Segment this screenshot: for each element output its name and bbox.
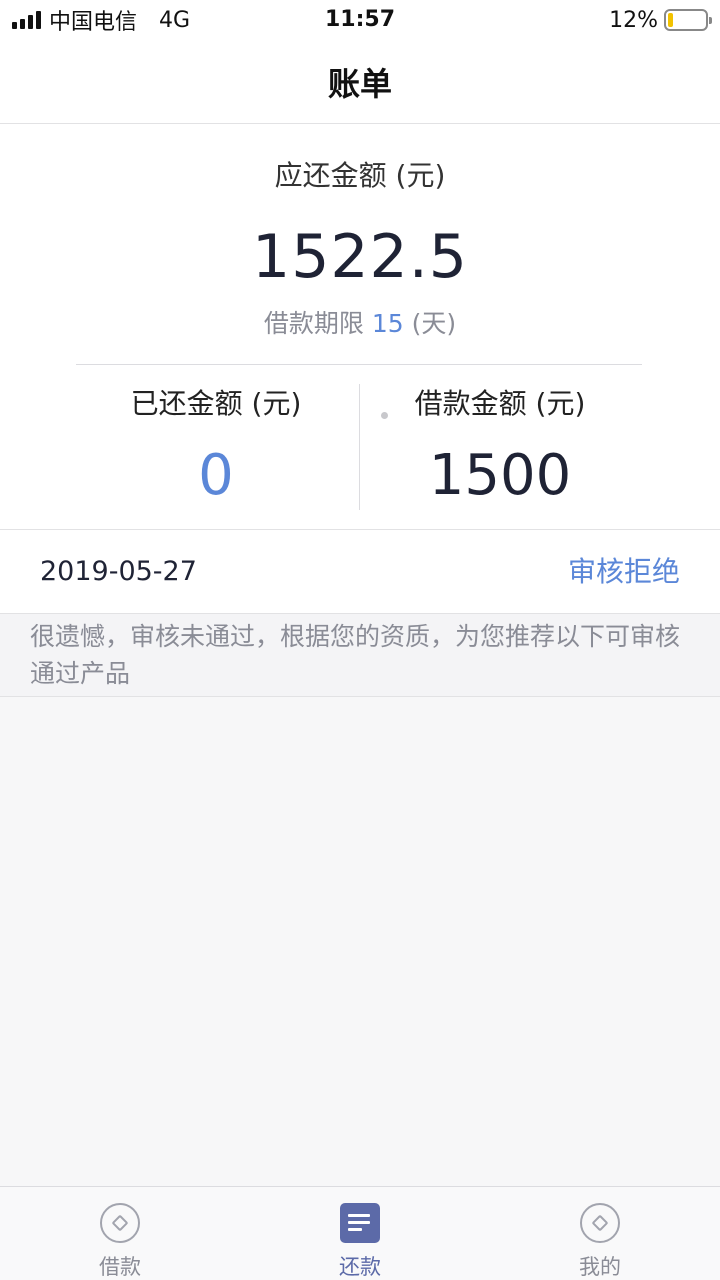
loan-amount-block: 借款金额 (元) 1500 — [360, 386, 640, 508]
status-bar: 中国电信 4G 11:57 12% — [0, 0, 720, 40]
repaid-amount-block: 已还金额 (元) 0 — [76, 386, 356, 508]
rejection-notice: 很遗憾，审核未通过，根据您的资质，为您推荐以下可审核通过产品 — [0, 614, 720, 697]
loan-term-prefix: 借款期限 — [263, 309, 372, 338]
loan-term: 借款期限 15 (天) — [0, 304, 720, 340]
nav-bar: 账单 — [0, 40, 720, 124]
summary-divider — [76, 364, 642, 365]
repaid-amount-label: 已还金额 (元) — [130, 387, 302, 420]
tab-mine[interactable]: 我的 — [480, 1187, 720, 1280]
record-date: 2019-05-27 — [40, 556, 197, 587]
review-status: 审核拒绝 — [567, 555, 680, 588]
borrow-ring-icon — [100, 1203, 140, 1243]
loan-amount-label: 借款金额 (元) — [414, 387, 586, 420]
tab-repay-label: 还款 — [339, 1255, 381, 1279]
bill-summary: 应还金额 (元) 1522.5 借款期限 15 (天) 已还金额 (元) 0 借… — [0, 124, 720, 530]
due-amount-value: 1522.5 — [252, 222, 468, 292]
loan-term-value: 15 — [371, 309, 404, 338]
battery-percent: 12% — [609, 7, 658, 33]
battery-icon — [664, 9, 712, 31]
mine-ring-icon — [580, 1203, 620, 1243]
bill-record-row[interactable]: 2019-05-27 审核拒绝 — [0, 530, 720, 614]
repaid-amount-value: 0 — [198, 443, 234, 508]
tab-borrow[interactable]: 借款 — [0, 1187, 240, 1280]
status-right: 12% — [609, 0, 712, 40]
loan-term-suffix: (天) — [403, 309, 457, 338]
tab-bar: 借款 还款 我的 — [0, 1186, 720, 1280]
tab-repay[interactable]: 还款 — [240, 1187, 480, 1280]
battery-fill — [668, 13, 673, 27]
tab-borrow-label: 借款 — [99, 1255, 141, 1279]
due-amount-label: 应还金额 (元) — [274, 159, 446, 192]
document-icon — [340, 1203, 380, 1243]
page-title: 账单 — [327, 64, 392, 103]
tab-mine-label: 我的 — [579, 1255, 621, 1279]
loan-amount-value: 1500 — [428, 443, 572, 508]
